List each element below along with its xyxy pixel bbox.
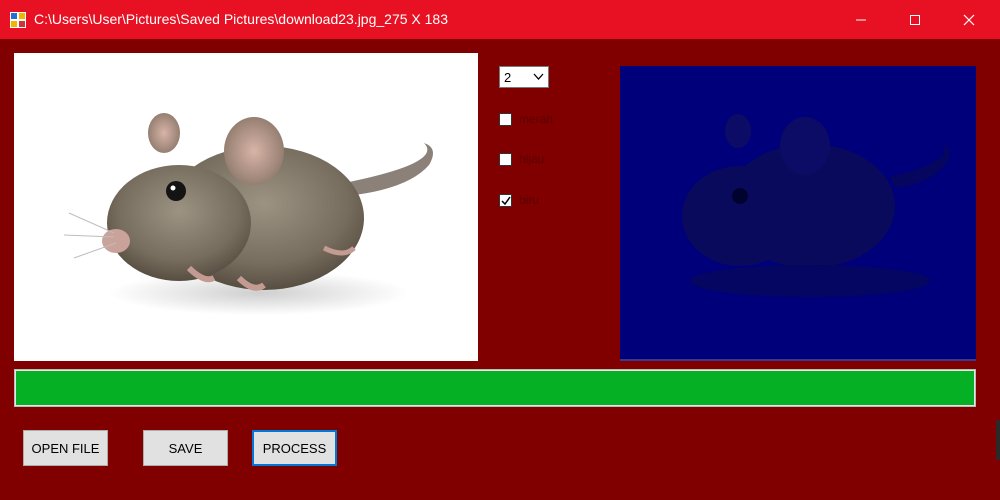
checkbox-label: hijau	[519, 152, 545, 166]
window-edge	[996, 420, 1000, 460]
checkbox-label: biru	[519, 193, 540, 207]
channel-combo[interactable]: 2	[499, 66, 549, 88]
checkbox-label: merah	[519, 112, 554, 126]
close-button[interactable]	[946, 0, 992, 39]
title-bar: C:\Users\User\Pictures\Saved Pictures\do…	[0, 0, 1000, 39]
checkbox-box[interactable]	[499, 112, 512, 126]
mouse-photo-blue-channel	[682, 114, 950, 297]
combo-value: 2	[504, 70, 512, 85]
processed-image	[620, 66, 976, 361]
progress-fill	[16, 371, 974, 405]
open-file-button[interactable]: OPEN FILE	[23, 430, 108, 466]
progress-bar	[14, 369, 976, 407]
process-button[interactable]: PROCESS	[252, 430, 337, 466]
original-image	[14, 53, 478, 361]
maximize-button[interactable]	[892, 0, 938, 39]
checkbox-merah[interactable]: merah	[499, 111, 553, 127]
checkbox-box[interactable]	[499, 193, 512, 207]
maximize-icon	[910, 14, 920, 25]
window-title: C:\Users\User\Pictures\Saved Pictures\do…	[34, 11, 448, 27]
minimize-button[interactable]	[838, 0, 884, 39]
minimize-icon	[856, 19, 866, 20]
checkbox-box[interactable]	[499, 152, 512, 166]
close-icon	[963, 14, 975, 25]
checkbox-hijau[interactable]: hijau	[499, 151, 544, 167]
app-icon	[10, 12, 26, 28]
save-button[interactable]: SAVE	[143, 430, 228, 466]
checkmark-icon	[501, 196, 511, 205]
mouse-photo	[63, 113, 433, 315]
checkbox-biru[interactable]: biru	[499, 192, 539, 208]
chevron-down-icon	[533, 73, 544, 80]
